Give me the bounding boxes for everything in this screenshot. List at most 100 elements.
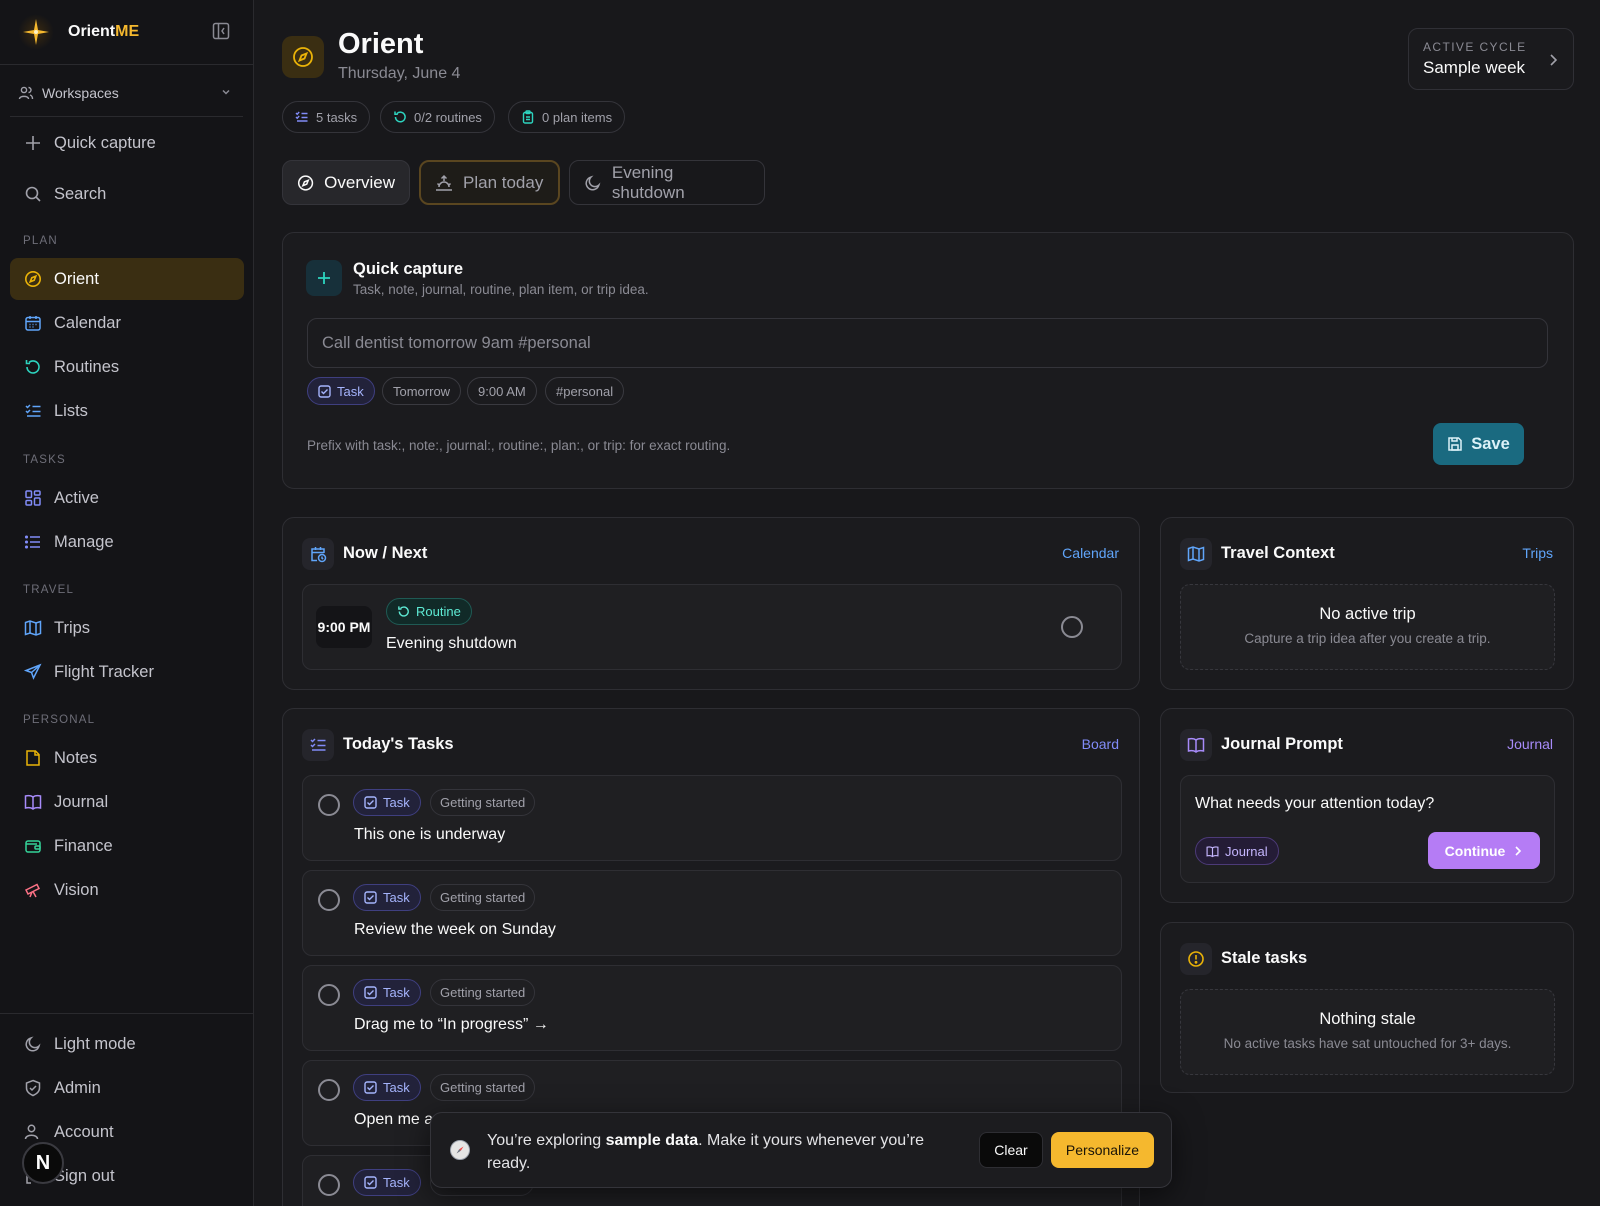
tab-label: Evening shutdown — [611, 162, 685, 202]
parsed-date-pill[interactable]: Tomorrow — [382, 377, 462, 405]
checkbox-icon — [364, 986, 377, 999]
checkbox-icon — [364, 1176, 377, 1189]
task-row[interactable]: Task Getting started Drag me to “In prog… — [302, 965, 1122, 1051]
refresh-icon — [398, 606, 409, 617]
sidebar-item-trips[interactable]: Trips — [10, 607, 244, 649]
quick-capture-hint: Prefix with task:, note:, journal:, rout… — [307, 438, 731, 453]
page-title: Orient — [338, 28, 424, 60]
workspaces-selector[interactable]: Workspaces — [18, 82, 236, 104]
empty-title: Nothing stale — [1319, 1010, 1416, 1028]
sidebar-item-flight-tracker[interactable]: Flight Tracker — [10, 651, 244, 693]
todays-tasks-title: Today's Tasks — [343, 735, 454, 753]
tasks-count-chip[interactable]: 5 tasks — [282, 101, 371, 133]
sidebar-item-active[interactable]: Active — [10, 477, 244, 519]
plus-icon — [26, 136, 40, 150]
sidebar-item-label: Quick capture — [54, 133, 156, 152]
shield-icon — [25, 1079, 41, 1097]
complete-checkbox[interactable] — [318, 794, 340, 816]
sidebar-item-routines[interactable]: Routines — [10, 346, 244, 388]
brand[interactable]: OrientME — [18, 14, 139, 50]
sidebar-item-orient[interactable]: Orient — [10, 258, 244, 300]
parsed-type-pill[interactable]: Task — [307, 377, 375, 405]
continue-button[interactable]: Continue — [1428, 832, 1540, 869]
checkbox-icon — [364, 891, 377, 904]
journal-prompt-card: Journal Prompt Journal What needs your a… — [1160, 708, 1574, 903]
save-button[interactable]: Save — [1433, 423, 1524, 465]
collapse-sidebar-icon[interactable] — [212, 22, 232, 42]
complete-checkbox[interactable] — [318, 984, 340, 1006]
routines-count-chip[interactable]: 0/2 routines — [380, 101, 495, 133]
sidebar-item-quick-capture[interactable]: Quick capture — [10, 122, 244, 164]
clear-button[interactable]: Clear — [979, 1132, 1043, 1168]
search-icon — [25, 186, 41, 202]
sidebar-item-label: Vision — [54, 880, 99, 899]
task-row[interactable]: Task Getting started Review the week on … — [302, 870, 1122, 956]
sidebar-item-light-mode[interactable]: Light mode — [10, 1023, 244, 1065]
alert-circle-icon — [1180, 943, 1212, 975]
complete-checkbox[interactable] — [1061, 616, 1083, 638]
complete-checkbox[interactable] — [318, 1174, 340, 1196]
badge-label: Journal — [1225, 843, 1268, 859]
task-row[interactable]: Task Getting started This one is underwa… — [302, 775, 1122, 861]
quick-capture-subtitle: Task, note, journal, routine, plan item,… — [353, 282, 649, 297]
task-title: Open me a — [354, 1111, 434, 1128]
chevron-right-icon — [1515, 845, 1522, 856]
badge-label: Task — [383, 890, 410, 905]
travel-empty-state: No active trip Capture a trip idea after… — [1180, 584, 1555, 670]
sidebar-item-search[interactable]: Search — [10, 173, 244, 215]
sidebar-item-journal[interactable]: Journal — [10, 781, 244, 823]
travel-context-card: Travel Context Trips No active trip Capt… — [1160, 517, 1574, 690]
empty-title: No active trip — [1319, 605, 1416, 623]
journal-badge: Journal — [1195, 837, 1279, 865]
board-link[interactable]: Board — [1082, 736, 1119, 752]
journal-link[interactable]: Journal — [1507, 736, 1553, 752]
tab-label: Overview — [324, 172, 395, 192]
sidebar-item-notes[interactable]: Notes — [10, 737, 244, 779]
sidebar-item-label: Manage — [54, 532, 114, 551]
sidebar-item-manage[interactable]: Manage — [10, 521, 244, 563]
sidebar-item-label: Light mode — [54, 1034, 136, 1053]
sidebar-item-admin[interactable]: Admin — [10, 1067, 244, 1109]
trips-link[interactable]: Trips — [1522, 545, 1553, 561]
calendar-link[interactable]: Calendar — [1062, 545, 1119, 561]
sidebar-item-finance[interactable]: Finance — [10, 825, 244, 867]
stale-tasks-title: Stale tasks — [1221, 949, 1308, 967]
task-badge: Task — [353, 979, 421, 1006]
parsed-time-pill[interactable]: 9:00 AM — [467, 377, 537, 405]
plane-icon — [24, 663, 42, 680]
sidebar-item-label: Lists — [54, 401, 88, 420]
routine-badge: Routine — [386, 598, 472, 625]
journal-prompt-title: Journal Prompt — [1221, 735, 1343, 753]
list-item[interactable]: 9:00 PM Routine Evening shutdown — [302, 584, 1122, 670]
sidebar-item-vision[interactable]: Vision — [10, 869, 244, 911]
personalize-button[interactable]: Personalize — [1051, 1132, 1154, 1168]
checkbox-icon — [364, 1081, 377, 1094]
stage-badge: Getting started — [430, 1074, 536, 1101]
sidebar-item-label: Notes — [54, 748, 98, 767]
sidebar-item-calendar[interactable]: Calendar — [10, 302, 244, 344]
quick-capture-input[interactable] — [307, 318, 1548, 368]
journal-question: What needs your attention today? — [1195, 795, 1435, 812]
tab-plan-today[interactable]: Plan today — [419, 160, 560, 205]
map-icon — [24, 620, 42, 636]
plan-items-count-label: 0 plan items — [542, 109, 613, 125]
chevron-right-icon — [1550, 54, 1558, 66]
badge-label: Task — [383, 985, 410, 1000]
tab-evening-shutdown[interactable]: Evening shutdown — [569, 160, 765, 205]
sidebar-item-label: Search — [54, 184, 107, 203]
avatar[interactable]: N — [22, 1142, 64, 1184]
sidebar-item-lists[interactable]: Lists — [10, 390, 244, 432]
tab-overview[interactable]: Overview — [282, 160, 410, 205]
continue-label: Continue — [1444, 842, 1506, 859]
active-cycle-card[interactable]: ACTIVE CYCLE Sample week — [1408, 28, 1574, 90]
travel-context-title: Travel Context — [1221, 544, 1335, 562]
sidebar-section-plan: PLAN — [23, 235, 58, 247]
sidebar-item-label: Routines — [54, 357, 120, 376]
parsed-tag-pill[interactable]: #personal — [545, 377, 625, 405]
sidebar-section-personal: PERSONAL — [23, 714, 96, 726]
compass-icon — [282, 36, 324, 78]
complete-checkbox[interactable] — [318, 1079, 340, 1101]
note-icon — [26, 750, 40, 766]
plan-items-count-chip[interactable]: 0 plan items — [508, 101, 626, 133]
complete-checkbox[interactable] — [318, 889, 340, 911]
